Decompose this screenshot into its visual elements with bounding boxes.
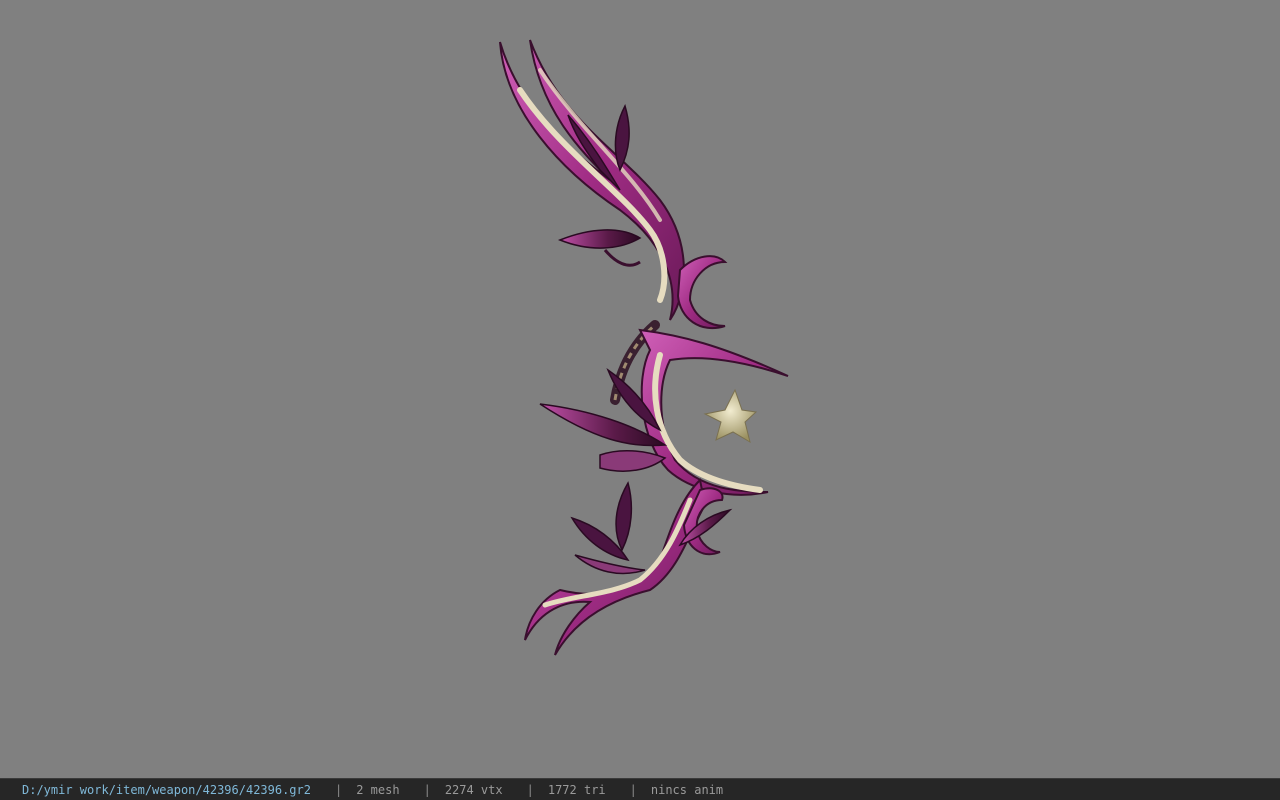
separator: | xyxy=(526,782,534,797)
upper-limb xyxy=(499,39,728,329)
triangle-count: 1772 tri xyxy=(547,782,606,797)
model-file-path: D:/ymir work/item/weapon/42396/42396.gr2 xyxy=(22,782,311,797)
animation-status: nincs anim xyxy=(650,782,724,797)
separator: | xyxy=(423,782,431,797)
grip-section xyxy=(539,320,789,496)
separator: | xyxy=(629,782,637,797)
star-ornament xyxy=(703,388,758,444)
weapon-model xyxy=(499,39,789,656)
mesh-count: 2 mesh xyxy=(356,782,400,797)
vertex-count: 2274 vtx xyxy=(444,782,503,797)
lower-limb xyxy=(524,477,733,656)
status-bar: D:/ymir work/item/weapon/42396/42396.gr2… xyxy=(0,778,1280,800)
separator: | xyxy=(334,782,343,797)
3d-viewport[interactable] xyxy=(0,0,1280,778)
